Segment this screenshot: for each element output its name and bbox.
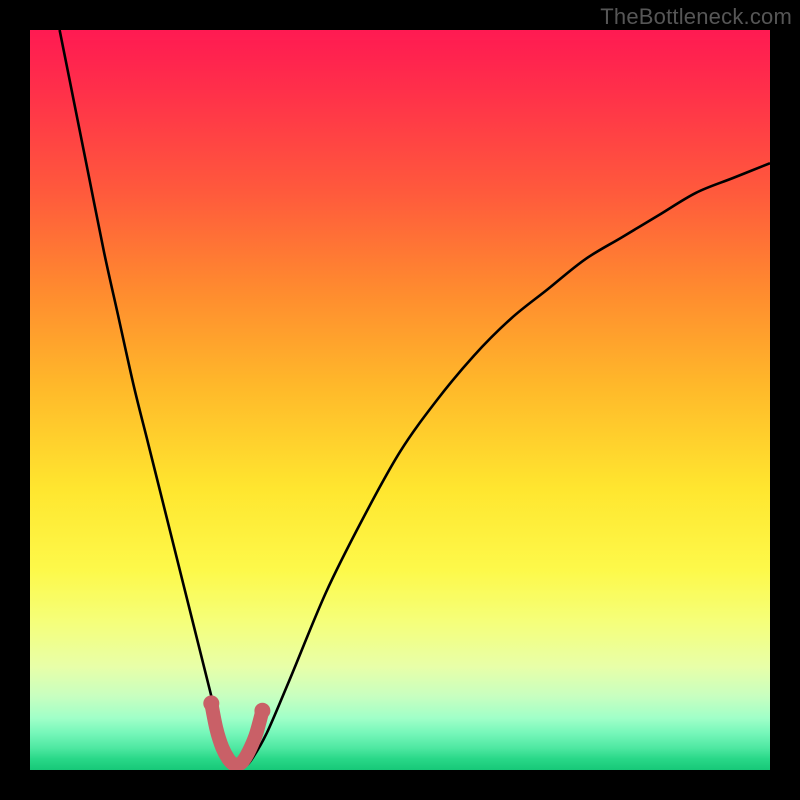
optimal-range-endpoint <box>254 703 270 719</box>
watermark-text: TheBottleneck.com <box>600 4 792 30</box>
bottleneck-curve-line <box>60 30 770 767</box>
chart-svg <box>30 30 770 770</box>
chart-plot-area <box>30 30 770 770</box>
optimal-range-markers <box>203 695 270 764</box>
optimal-range-endpoint <box>203 695 219 711</box>
